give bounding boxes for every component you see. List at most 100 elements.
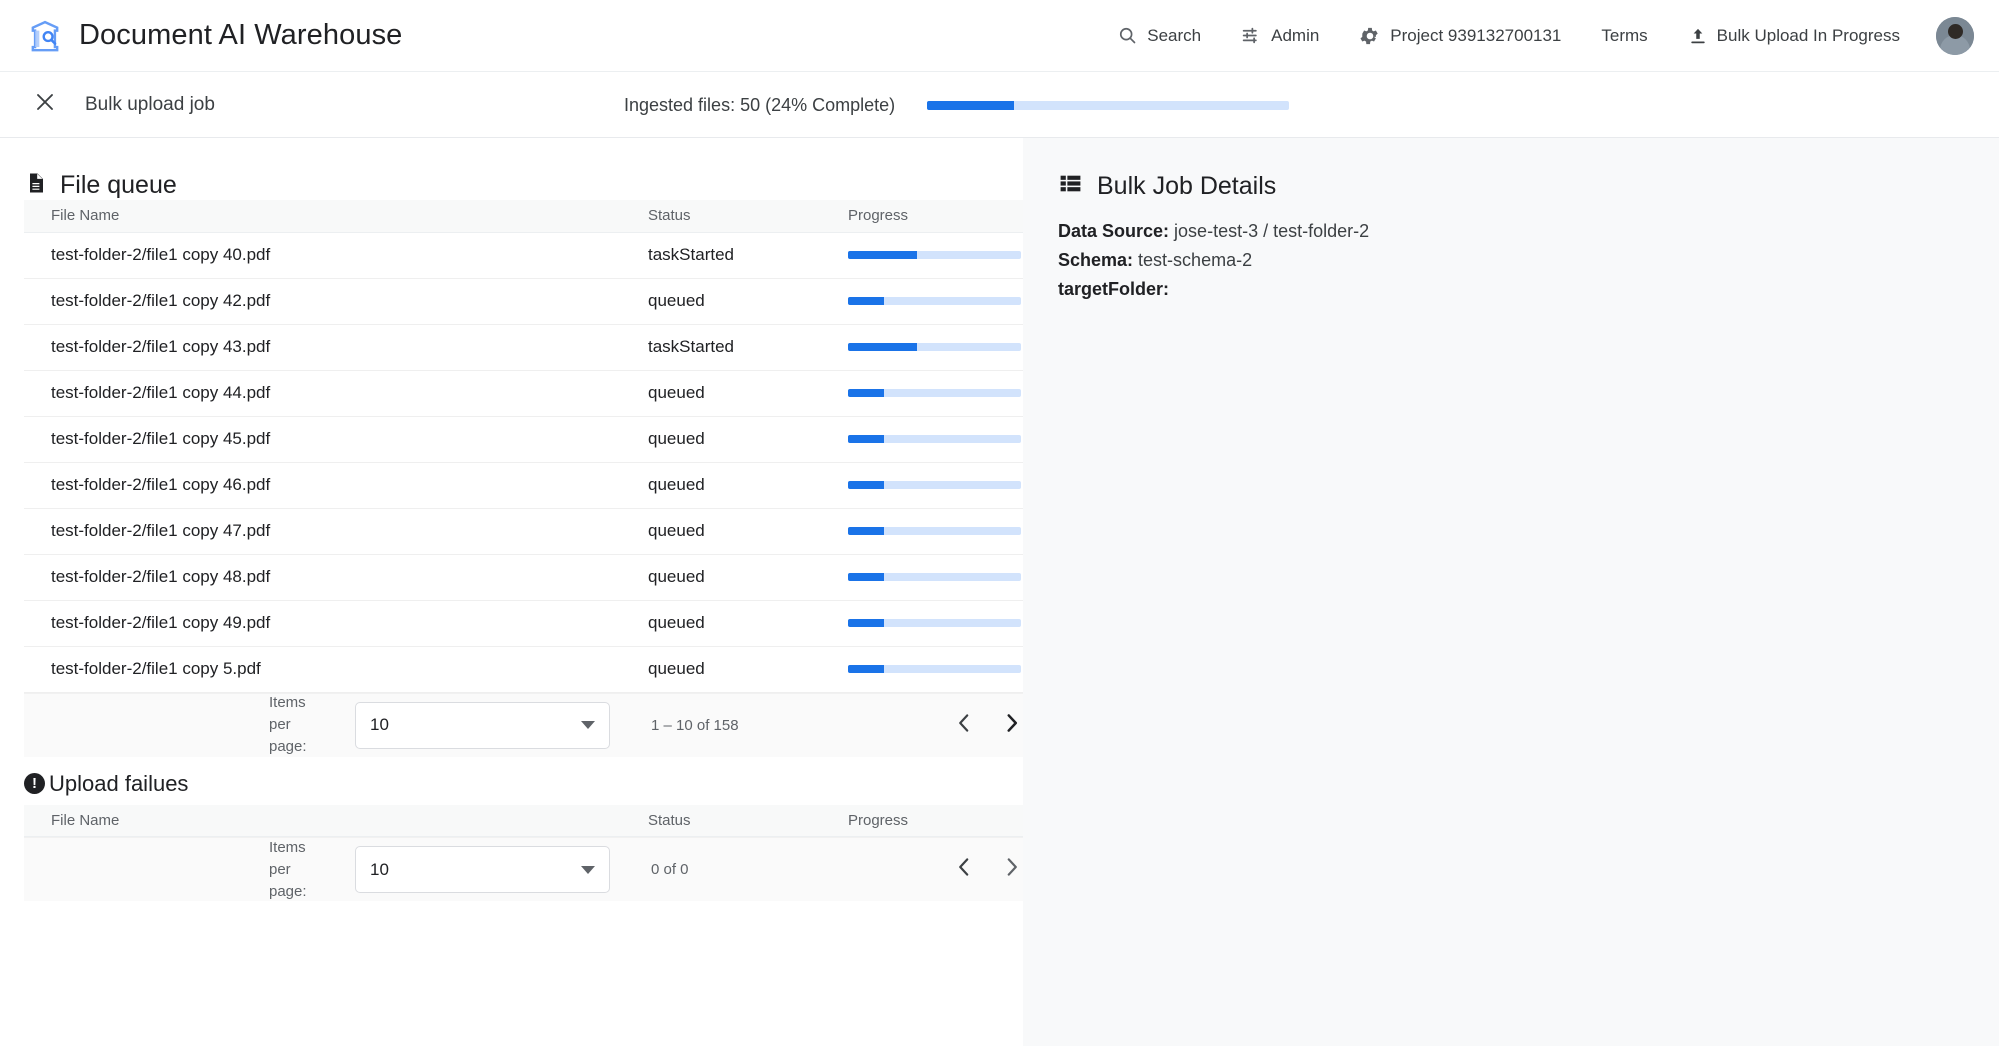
detail-label: Schema: — [1058, 250, 1134, 270]
cell-file-name: test-folder-2/file1 copy 47.pdf — [24, 508, 621, 555]
chevron-down-icon — [581, 865, 595, 874]
cell-status: queued — [621, 370, 821, 417]
table-row[interactable]: test-folder-2/file1 copy 43.pdf taskStart… — [24, 324, 1023, 371]
cell-progress — [821, 232, 1023, 279]
detail-label: Data Source: — [1058, 221, 1170, 241]
previous-page-button[interactable] — [951, 854, 977, 885]
table-row[interactable]: test-folder-2/file1 copy 44.pdf queued — [24, 370, 1023, 417]
nav-search[interactable]: Search — [1097, 17, 1221, 54]
row-progress-bar — [848, 251, 1021, 259]
table-row[interactable]: test-folder-2/file1 copy 49.pdf queued — [24, 600, 1023, 647]
upload-failures-paginator: Items per page: 10 0 of 0 — [24, 837, 1023, 901]
row-progress-fill — [848, 343, 918, 351]
bulk-job-details-title: Bulk Job Details — [1097, 171, 1277, 200]
chevron-left-icon — [951, 858, 977, 884]
table-row[interactable]: test-folder-2/file1 copy 40.pdf taskStart… — [24, 232, 1023, 279]
cell-status: queued — [621, 462, 821, 509]
cell-progress — [821, 324, 1023, 371]
cell-status: queued — [621, 416, 821, 463]
bulk-job-details-pane: Bulk Job Details Data Source: jose-test-… — [1023, 138, 1999, 1046]
previous-page-button[interactable] — [951, 710, 977, 741]
app-title: Document AI Warehouse — [79, 19, 403, 51]
nav-terms-label: Terms — [1601, 25, 1648, 45]
table-row[interactable]: test-folder-2/file1 copy 46.pdf queued — [24, 462, 1023, 509]
items-per-page-select[interactable]: 10 — [355, 701, 610, 749]
file-queue-title: File queue — [60, 171, 177, 199]
cell-status: queued — [621, 646, 821, 693]
table-row[interactable]: test-folder-2/file1 copy 45.pdf queued — [24, 416, 1023, 463]
ingest-status: Ingested files: 50 (24% Complete) — [624, 72, 1290, 138]
chevron-right-icon — [999, 713, 1025, 740]
row-progress-fill — [848, 251, 918, 259]
row-progress-bar — [848, 435, 1021, 443]
list-icon — [1058, 171, 1083, 201]
row-progress-fill — [848, 573, 885, 581]
table-row[interactable]: test-folder-2/file1 copy 42.pdf queued — [24, 278, 1023, 325]
detail-row: Data Source: jose-test-3 / test-folder-2 — [1058, 217, 1999, 246]
row-progress-fill — [848, 665, 885, 673]
cell-status: queued — [621, 278, 821, 325]
nav-bulk-upload-label: Bulk Upload In Progress — [1716, 25, 1900, 45]
table-row[interactable]: test-folder-2/file1 copy 47.pdf queued — [24, 508, 1023, 555]
gear-icon — [1359, 25, 1381, 47]
cell-progress — [821, 370, 1023, 417]
detail-label: targetFolder: — [1058, 279, 1170, 299]
search-icon — [1117, 25, 1138, 46]
items-per-page-value: 10 — [370, 859, 389, 879]
overall-progress-bar — [927, 100, 1290, 110]
warehouse-search-icon — [28, 19, 62, 53]
nav-admin[interactable]: Admin — [1221, 17, 1339, 54]
row-progress-fill — [848, 481, 885, 489]
brand[interactable]: Document AI Warehouse — [28, 19, 402, 53]
page-title: Bulk upload job — [85, 93, 215, 115]
next-page-button[interactable] — [999, 710, 1025, 741]
document-icon — [24, 171, 48, 200]
detail-row: Schema: test-schema-2 — [1058, 246, 1999, 275]
row-progress-bar — [848, 573, 1021, 581]
cell-progress — [821, 416, 1023, 463]
nav-bulk-upload[interactable]: Bulk Upload In Progress — [1668, 18, 1920, 54]
file-queue-header: File queue — [0, 138, 1023, 200]
app-header: Document AI Warehouse Search Admin Proje… — [0, 0, 1999, 72]
column-status: Status — [621, 804, 821, 837]
items-per-page-value: 10 — [370, 715, 389, 734]
upload-icon — [1688, 26, 1708, 46]
file-queue-paginator: Items per page: 10 1 – 10 of 158 — [24, 692, 1025, 757]
next-page-button[interactable] — [999, 854, 1025, 885]
upload-failures-table: File Name Status Progress — [24, 804, 1023, 837]
cell-file-name: test-folder-2/file1 copy 5.pdf — [24, 646, 621, 693]
avatar-head — [1947, 23, 1963, 39]
table-header-row: File Name Status Progress — [24, 200, 1023, 233]
avatar[interactable] — [1936, 16, 1974, 55]
nav-terms[interactable]: Terms — [1581, 18, 1667, 54]
close-icon — [33, 90, 57, 119]
row-progress-fill — [848, 527, 885, 535]
column-progress: Progress — [821, 804, 1023, 837]
cell-status: queued — [621, 508, 821, 555]
cell-file-name: test-folder-2/file1 copy 48.pdf — [24, 554, 621, 601]
cell-file-name: test-folder-2/file1 copy 40.pdf — [24, 232, 621, 279]
row-progress-bar — [848, 343, 1021, 351]
items-per-page-select[interactable]: 10 — [355, 846, 610, 893]
table-row[interactable]: test-folder-2/file1 copy 48.pdf queued — [24, 554, 1023, 601]
chevron-down-icon — [581, 721, 595, 729]
close-button[interactable] — [28, 88, 62, 122]
cell-status: taskStarted — [621, 324, 821, 371]
nav-project-label: Project 939132700131 — [1390, 25, 1562, 45]
table-header-row: File Name Status Progress — [24, 804, 1023, 837]
row-progress-fill — [848, 435, 885, 443]
cell-file-name: test-folder-2/file1 copy 42.pdf — [24, 278, 621, 325]
error-icon: ! — [24, 773, 45, 794]
nav-search-label: Search — [1147, 25, 1202, 45]
row-progress-bar — [848, 297, 1021, 305]
cell-progress — [821, 462, 1023, 509]
bulk-job-details-fields: Data Source: jose-test-3 / test-folder-2… — [1023, 201, 1999, 304]
cell-file-name: test-folder-2/file1 copy 43.pdf — [24, 324, 621, 371]
cell-file-name: test-folder-2/file1 copy 46.pdf — [24, 462, 621, 509]
column-status: Status — [621, 200, 821, 233]
job-toolbar: Bulk upload job Ingested files: 50 (24% … — [0, 72, 1999, 138]
row-progress-fill — [848, 619, 885, 627]
table-row[interactable]: test-folder-2/file1 copy 5.pdf queued — [24, 646, 1023, 693]
main-content: File queue File Name Status Progress tes… — [0, 138, 1999, 1046]
nav-project[interactable]: Project 939132700131 — [1339, 17, 1581, 55]
